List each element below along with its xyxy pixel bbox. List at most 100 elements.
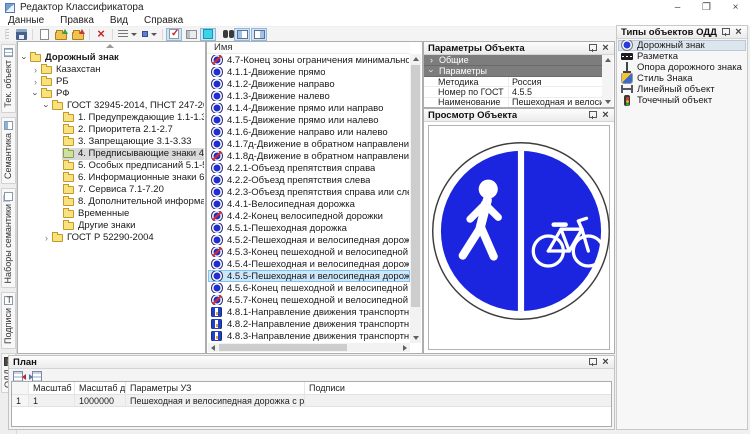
icon-size-button[interactable]: [140, 28, 159, 41]
tree-node[interactable]: 8. Дополнительной информации 8.1.1-8.24: [18, 196, 204, 208]
menu-item-правка[interactable]: Правка: [52, 15, 102, 27]
sign-list-item[interactable]: 4.1.6-Движение направо или налево: [208, 126, 410, 138]
check-toggle-button[interactable]: [166, 28, 182, 41]
tree-node-body[interactable]: 7. Сервиса 7.1-7.20: [62, 184, 167, 196]
plan-column-header-масштаб-до[interactable]: Масштаб до: [75, 382, 126, 394]
sign-list-item[interactable]: 4.8.3-Направление движения транспортных …: [208, 330, 410, 342]
sign-list-item[interactable]: 4.8.1-Направление движения транспортных …: [208, 306, 410, 318]
tree-node[interactable]: Временные: [18, 208, 204, 220]
param-value[interactable]: Россия: [508, 77, 602, 87]
odd-type-опора-дорожного-знака[interactable]: Опора дорожного знака: [618, 62, 746, 73]
scroll-up-arrow-icon[interactable]: [602, 55, 613, 65]
sign-list-item[interactable]: 4.5.4-Пешеходная и велосипедная дорожка …: [208, 258, 410, 270]
sign-list-item[interactable]: 4.5.2-Пешеходная и велосипедная дорожка: [208, 234, 410, 246]
close-icon[interactable]: [600, 357, 611, 368]
odd-type-линейный-объект[interactable]: Линейный объект: [618, 84, 746, 95]
expand-icon[interactable]: [427, 55, 436, 65]
maximize-button[interactable]: ❐: [692, 0, 721, 15]
close-icon[interactable]: [600, 110, 611, 121]
list-horizontal-scrollbar[interactable]: [208, 343, 410, 352]
tree-node[interactable]: 5. Особых предписаний 5.1-5.34: [18, 160, 204, 172]
odd-type-дорожный-знак[interactable]: Дорожный знак: [618, 40, 746, 51]
sign-list-item[interactable]: 4.1.8д-Движение в обратном направлении: [208, 150, 410, 162]
tree-scroll-up-icon[interactable]: [106, 44, 114, 48]
tree-node[interactable]: 7. Сервиса 7.1-7.20: [18, 184, 204, 196]
tree-node-body[interactable]: 1. Предупреждающие 1.1-1.34.3: [62, 112, 204, 124]
side-tab-наборы-семантики[interactable]: Наборы семантики: [1, 188, 16, 288]
plan-column-header-подписи[interactable]: Подписи: [305, 382, 611, 394]
sign-list-item[interactable]: 4.1.2-Движение направо: [208, 78, 410, 90]
pin-icon[interactable]: [587, 110, 598, 121]
tree-node[interactable]: Другие знаки: [18, 220, 204, 232]
save-button[interactable]: [13, 28, 29, 41]
close-icon[interactable]: [733, 27, 744, 38]
side-tab-подписи[interactable]: Подписи: [1, 292, 16, 349]
collapse-icon[interactable]: [20, 54, 30, 63]
sign-list-item[interactable]: 4.1.3-Движение налево: [208, 90, 410, 102]
expand-icon[interactable]: [42, 233, 51, 243]
sign-list-item[interactable]: 4.8.2-Направление движения транспортных …: [208, 318, 410, 330]
sign-list-item[interactable]: 4.4.1-Велосипедная дорожка: [208, 198, 410, 210]
sign-list-item[interactable]: 4.5.5-Пешеходная и велосипедная дорожка …: [208, 270, 410, 282]
side-tab-тек-объект[interactable]: Тек. объект: [1, 44, 16, 113]
list-column-header[interactable]: Имя: [207, 42, 410, 54]
tree-node[interactable]: РФ: [18, 88, 204, 100]
sign-list-item[interactable]: 4.5.7-Конец пешеходной и велосипедной до…: [208, 294, 410, 306]
plan-export-row-button[interactable]: [29, 370, 43, 381]
view-mode-button[interactable]: [116, 28, 139, 41]
tree-node[interactable]: РБ: [18, 76, 204, 88]
plan-row[interactable]: 111000000Пешеходная и велосипедная дорож…: [12, 395, 611, 407]
close-icon[interactable]: [600, 43, 611, 54]
tree-node-body[interactable]: 3. Запрещающие 3.1-3.33: [62, 136, 194, 148]
param-value[interactable]: Пешеходная и велосипедная дорожка с ...: [508, 97, 602, 107]
tree-node[interactable]: ГОСТ Р 52290-2004: [18, 232, 204, 244]
menu-item-данные[interactable]: Данные: [0, 15, 52, 27]
plan-import-row-button[interactable]: [12, 370, 26, 381]
close-button[interactable]: ×: [721, 0, 750, 15]
tree-node[interactable]: 2. Приоритета 2.1-2.7: [18, 124, 204, 136]
menu-item-вид[interactable]: Вид: [102, 15, 136, 27]
toolbar-grip[interactable]: [5, 29, 9, 39]
collapse-icon[interactable]: [427, 67, 437, 76]
odd-type-стиль-знака[interactable]: Стиль Знака: [618, 73, 746, 84]
scrollbar-thumb[interactable]: [219, 344, 347, 351]
tree-node-body[interactable]: Дорожный знак: [29, 52, 122, 64]
tree-node-body[interactable]: Временные: [62, 208, 132, 220]
tree-node-body[interactable]: 5. Особых предписаний 5.1-5.34: [62, 160, 204, 172]
layout-right-toggle-button[interactable]: [251, 28, 267, 41]
tree-node[interactable]: Казахстан: [18, 64, 204, 76]
sign-list-item[interactable]: 4.5.6-Конец пешеходной и велосипедной до…: [208, 282, 410, 294]
plan-column-header-масштаб-от[interactable]: Масштаб от: [29, 382, 75, 394]
sign-list-item[interactable]: 4.1.5-Движение прямо или налево: [208, 114, 410, 126]
tree-node[interactable]: 1. Предупреждающие 1.1-1.34.3: [18, 112, 204, 124]
tree-node[interactable]: 6. Информационные знаки 6.1-6.21.2: [18, 172, 204, 184]
scrollbar-thumb[interactable]: [411, 65, 420, 307]
search-button[interactable]: [217, 28, 233, 41]
param-group-общие[interactable]: Общие: [424, 55, 602, 66]
param-group-параметры[interactable]: Параметры: [424, 66, 602, 77]
odd-type-разметка[interactable]: Разметка: [618, 51, 746, 62]
tree-node-body[interactable]: 2. Приоритета 2.1-2.7: [62, 124, 176, 136]
param-value[interactable]: 4.5.5: [508, 87, 602, 97]
sign-list-item[interactable]: 4.5.1-Пешеходная дорожка: [208, 222, 410, 234]
scroll-up-arrow-icon[interactable]: [410, 54, 421, 64]
tree-node-body[interactable]: 8. Дополнительной информации 8.1.1-8.24: [62, 196, 204, 208]
panel-toggle-button[interactable]: [183, 28, 199, 41]
tree-node[interactable]: ГОСТ 32945-2014, ПНСТ 247-2017: [18, 100, 204, 112]
new-document-button[interactable]: [36, 28, 52, 41]
sign-list-item[interactable]: 4.1.1-Движение прямо: [208, 66, 410, 78]
params-vertical-scrollbar[interactable]: [602, 55, 613, 107]
collapse-icon[interactable]: [31, 90, 41, 99]
scroll-right-arrow-icon[interactable]: [400, 343, 410, 352]
sign-list-item[interactable]: 4.1.4-Движение прямо или направо: [208, 102, 410, 114]
sign-list-item[interactable]: 4.1.7д-Движение в обратном направлении: [208, 138, 410, 150]
pin-icon[interactable]: [587, 357, 598, 368]
sign-list-item[interactable]: 4.2.2-Объезд препятствия слева: [208, 174, 410, 186]
list-vertical-scrollbar[interactable]: [410, 54, 421, 343]
odd-type-точечный-объект[interactable]: Точечный объект: [618, 95, 746, 106]
delete-button[interactable]: [93, 28, 109, 41]
menu-item-справка[interactable]: Справка: [136, 15, 191, 27]
pin-icon[interactable]: [587, 43, 598, 54]
sign-list-item[interactable]: 4.4.2-Конец велосипедной дорожки: [208, 210, 410, 222]
pin-icon[interactable]: [720, 27, 731, 38]
